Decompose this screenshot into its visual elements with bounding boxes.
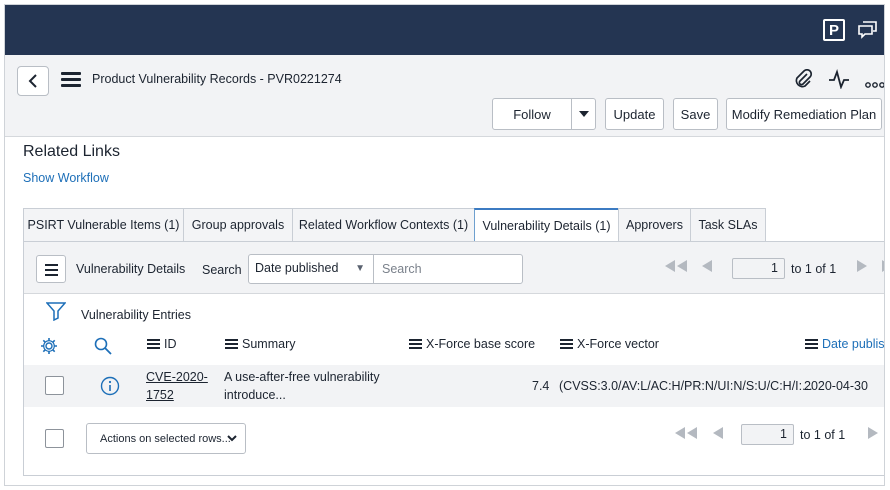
chevron-down-icon (227, 431, 237, 445)
column-menu-icon[interactable] (805, 337, 818, 351)
search-input[interactable] (373, 254, 523, 284)
last-page-icon[interactable] (881, 260, 884, 275)
app-frame: P Product Vulnerability Records - PVR022… (4, 4, 885, 486)
actions-on-selected-rows-select[interactable]: Actions on selected rows... (86, 423, 246, 454)
vulnerability-details-panel: Vulnerability Details Search Date publis… (23, 241, 885, 476)
column-header-summary[interactable]: Summary (225, 337, 295, 351)
summary-line1: A use-after-free vulnerability (224, 370, 380, 384)
chevron-left-icon (28, 74, 37, 88)
filter-icon[interactable] (45, 301, 67, 326)
column-menu-icon[interactable] (225, 337, 238, 351)
tab-vulnerability-details[interactable]: Vulnerability Details (1) (474, 208, 619, 241)
table-row: CVE-2020- 1752 A use-after-free vulnerab… (24, 365, 884, 407)
chat-icon[interactable] (857, 19, 879, 41)
save-button[interactable]: Save (673, 98, 718, 130)
row-checkbox[interactable] (45, 376, 64, 395)
paperclip-icon[interactable] (793, 68, 813, 94)
record-title: Product Vulnerability Records - PVR02212… (92, 72, 342, 86)
column-menu-icon[interactable] (409, 337, 422, 351)
footer-page-range-text: to 1 of 1 (800, 428, 846, 442)
page-number-input[interactable]: 1 (732, 258, 785, 279)
column-header-date-published[interactable]: Date publish (805, 337, 885, 351)
xforce-vector-cell: (CVSS:3.0/AV:L/AC:H/PR:N/UI:N/S:U/C:H/I:… (559, 379, 813, 393)
caret-down-icon: ▼ (355, 263, 365, 274)
page-range-text: to 1 of 1 (791, 262, 837, 276)
update-button[interactable]: Update (605, 98, 664, 130)
cve-id-link[interactable]: CVE-2020- 1752 (146, 368, 208, 404)
tab-group-approvals[interactable]: Group approvals (183, 208, 293, 241)
tab-approvers[interactable]: Approvers (618, 208, 691, 241)
gear-icon[interactable] (40, 337, 58, 360)
more-options-icon[interactable] (865, 74, 884, 94)
column-header-xforce-vector-label: X-Force vector (577, 337, 659, 351)
search-icon[interactable] (94, 337, 112, 360)
info-icon[interactable] (100, 376, 120, 401)
back-button[interactable] (17, 66, 49, 96)
p-icon-label: P (828, 21, 839, 39)
first-page-icon[interactable] (664, 260, 688, 275)
footer-first-page-icon[interactable] (674, 427, 698, 442)
cve-id-line2: 1752 (146, 388, 174, 402)
column-menu-icon[interactable] (147, 337, 160, 351)
activity-icon[interactable] (828, 69, 850, 94)
column-header-id-label: ID (164, 337, 177, 351)
search-label: Search (202, 263, 242, 277)
list-menu-button[interactable] (36, 255, 66, 283)
column-header-id[interactable]: ID (147, 337, 177, 351)
previous-page-icon[interactable] (701, 260, 713, 275)
list-toolbar: Vulnerability Details Search Date publis… (24, 242, 884, 294)
next-page-icon[interactable] (856, 260, 868, 275)
column-header-xforce-vector[interactable]: X-Force vector (560, 337, 659, 351)
show-workflow-link[interactable]: Show Workflow (23, 171, 109, 185)
actions-select-value: Actions on selected rows... (100, 433, 231, 445)
column-header-xforce-score[interactable]: X-Force base score (409, 337, 535, 351)
date-published-cell: 2020-04-30 (804, 379, 868, 393)
tab-psirt-vulnerable-items[interactable]: PSIRT Vulnerable Items (1) (23, 208, 184, 241)
search-field-value: Date published (255, 261, 339, 275)
p-icon[interactable]: P (823, 19, 845, 41)
search-field-select[interactable]: Date published ▼ (248, 254, 374, 284)
tab-related-workflow-contexts[interactable]: Related Workflow Contexts (1) (292, 208, 475, 241)
form-menu-icon[interactable] (61, 72, 81, 88)
summary-line2: introduce... (224, 388, 286, 402)
chat-icon-svg (858, 21, 877, 39)
follow-dropdown-button[interactable] (571, 98, 596, 130)
footer-previous-page-icon[interactable] (712, 427, 724, 442)
list-title: Vulnerability Details (76, 262, 186, 276)
cve-id-line1: CVE-2020- (146, 370, 208, 384)
summary-cell: A use-after-free vulnerability introduce… (224, 368, 380, 404)
footer-page-number-input[interactable]: 1 (741, 424, 794, 445)
column-menu-icon[interactable] (560, 337, 573, 351)
filter-breadcrumb: Vulnerability Entries (81, 308, 192, 322)
column-header-summary-label: Summary (242, 337, 296, 351)
modify-remediation-plan-button[interactable]: Modify Remediation Plan (726, 98, 882, 130)
follow-button[interactable]: Follow (492, 98, 572, 130)
xforce-score-cell: 7.4 (532, 379, 550, 393)
top-nav-bar: P (5, 5, 884, 55)
select-all-checkbox[interactable] (45, 429, 64, 448)
related-links-heading: Related Links (23, 143, 120, 160)
caret-down-icon (578, 111, 589, 117)
tab-task-slas[interactable]: Task SLAs (690, 208, 766, 241)
footer-next-page-icon[interactable] (867, 427, 879, 442)
column-header-date-published-label: Date publish (822, 337, 885, 351)
column-header-xforce-score-label: X-Force base score (426, 337, 536, 351)
